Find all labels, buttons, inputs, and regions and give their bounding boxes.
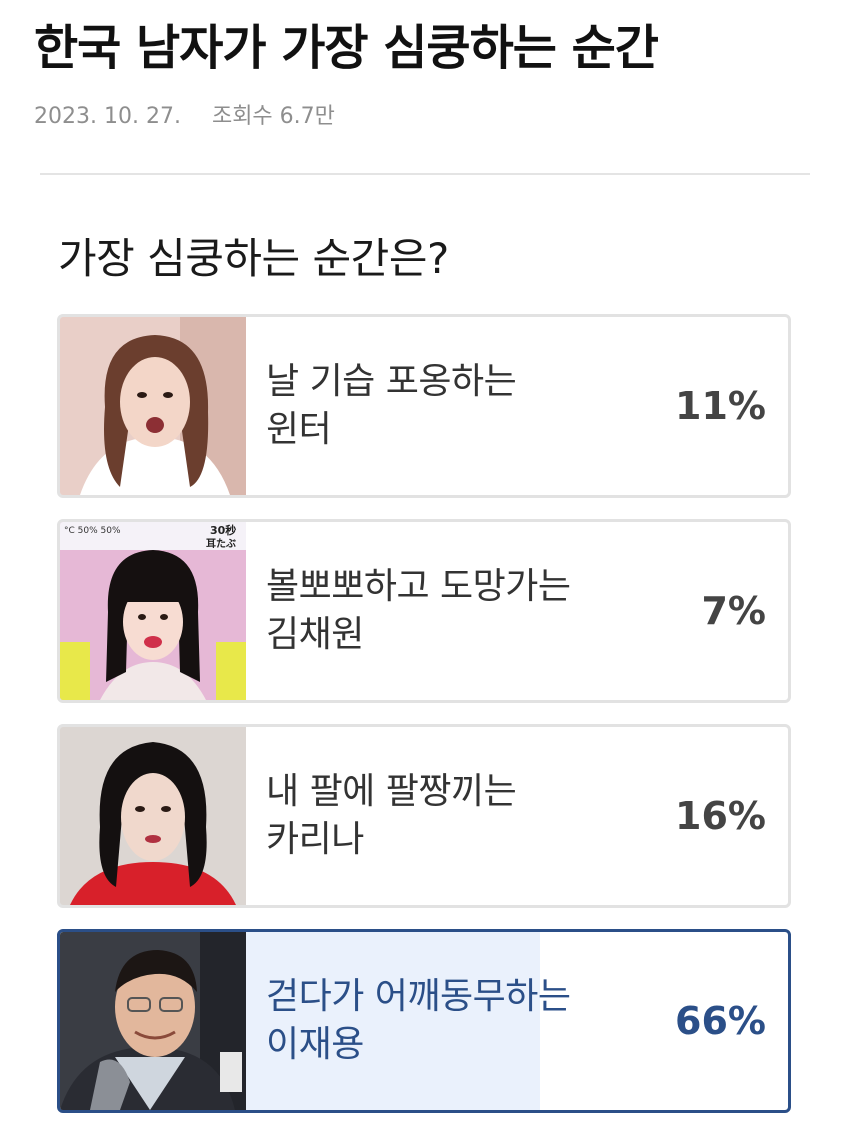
option-percent: 7%: [701, 589, 766, 633]
option-percent: 66%: [675, 999, 766, 1043]
photo-winter: [60, 317, 246, 495]
poll-question: 가장 심쿵하는 순간은?: [58, 234, 449, 283]
divider: [40, 173, 810, 175]
article-date: 2023. 10. 27.: [34, 104, 181, 129]
poll-option-winter[interactable]: 날 기습 포옹하는 윈터 11%: [57, 314, 791, 498]
option-percent: 11%: [675, 384, 766, 428]
view-count: 조회수 6.7만: [211, 104, 335, 129]
option-percent: 16%: [675, 794, 766, 838]
poll-option-kim-chaewon[interactable]: °C 50% 50% 30秒 耳たぶ 볼뽀뽀하고 도망가는 김채원 7%: [57, 519, 791, 703]
option-label: 걷다가 어깨동무하는 이재용: [266, 976, 571, 1065]
poll-option-lee-jaeyong[interactable]: 걷다가 어깨동무하는 이재용 66%: [57, 929, 791, 1113]
overlay-time: 30秒: [210, 523, 236, 537]
article-meta: 2023. 10. 27. 조회수 6.7만: [34, 98, 335, 130]
photo-kim-chaewon: °C 50% 50% 30秒 耳たぶ: [60, 522, 246, 700]
photo-lee-jaeyong: [60, 932, 246, 1110]
article-title: 한국 남자가 가장 심쿵하는 순간: [34, 20, 659, 76]
overlay-caption: 耳たぶ: [206, 538, 236, 550]
option-label: 내 팔에 팔짱끼는 카리나: [266, 771, 517, 860]
poll-option-karina[interactable]: 내 팔에 팔짱끼는 카리나 16%: [57, 724, 791, 908]
option-label: 볼뽀뽀하고 도망가는 김채원: [266, 566, 571, 655]
option-label: 날 기습 포옹하는 윈터: [266, 361, 517, 450]
photo-karina: [60, 727, 246, 905]
overlay-weather: °C 50% 50%: [64, 526, 121, 536]
